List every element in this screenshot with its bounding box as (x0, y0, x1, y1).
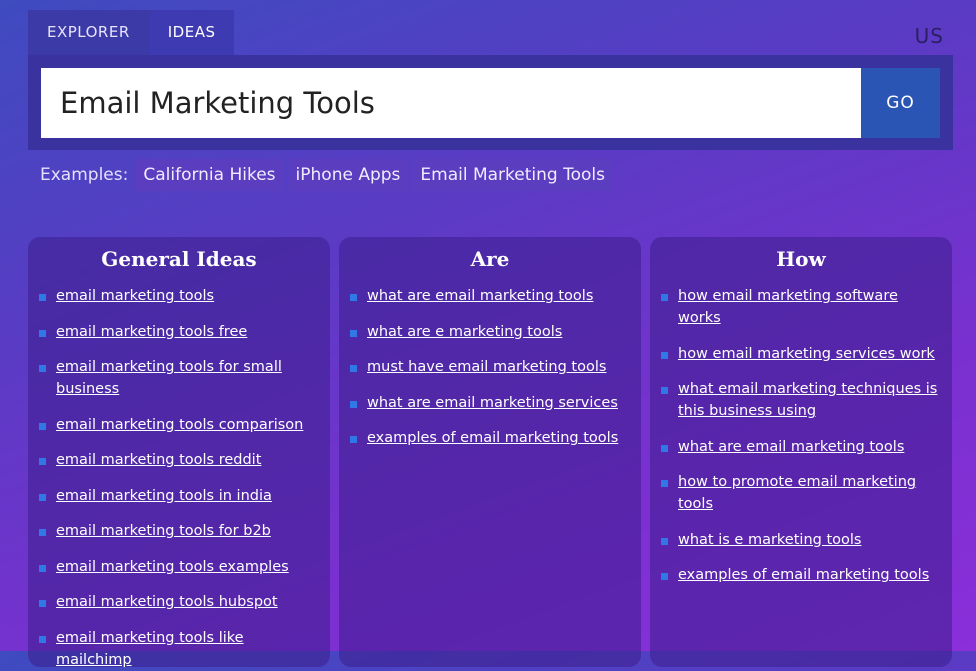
list-item: what are email marketing services (349, 392, 631, 414)
idea-link[interactable]: what are email marketing services (367, 395, 618, 411)
list-item: examples of email marketing tools (349, 427, 631, 449)
idea-list: email marketing tools email marketing to… (28, 285, 330, 671)
list-item: how email marketing software works (660, 285, 942, 329)
examples-label: Examples: (40, 165, 129, 185)
idea-link[interactable]: how to promote email marketing tools (678, 474, 916, 512)
idea-link[interactable]: how email marketing services work (678, 346, 935, 362)
panel-title: Are (470, 247, 510, 271)
example-chip[interactable]: California Hikes (136, 159, 283, 191)
go-button[interactable]: GO (861, 68, 940, 138)
panel-general-ideas: General Ideas email marketing tools emai… (28, 237, 330, 668)
list-item: email marketing tools free (38, 321, 320, 343)
idea-link[interactable]: email marketing tools examples (56, 559, 289, 575)
idea-link[interactable]: email marketing tools in india (56, 488, 272, 504)
search-bar: GO (28, 55, 953, 150)
list-item: what are e marketing tools (349, 321, 631, 343)
country-selector[interactable]: US (915, 24, 944, 48)
list-item: email marketing tools like mailchimp (38, 627, 320, 671)
list-item: what are email marketing tools (660, 436, 942, 458)
idea-link[interactable]: what email marketing techniques is this … (678, 381, 937, 419)
idea-link[interactable]: email marketing tools like mailchimp (56, 630, 244, 668)
list-item: examples of email marketing tools (660, 564, 942, 586)
idea-link[interactable]: what are email marketing tools (367, 288, 593, 304)
idea-link[interactable]: email marketing tools free (56, 324, 247, 340)
idea-link[interactable]: email marketing tools for small business (56, 359, 282, 397)
example-chip[interactable]: iPhone Apps (288, 159, 408, 191)
idea-link[interactable]: email marketing tools hubspot (56, 594, 278, 610)
list-item: what email marketing techniques is this … (660, 378, 942, 422)
list-item: email marketing tools comparison (38, 414, 320, 436)
list-item: email marketing tools examples (38, 556, 320, 578)
list-item: what are email marketing tools (349, 285, 631, 307)
panel-how: How how email marketing software works h… (650, 237, 952, 667)
list-item: email marketing tools in india (38, 485, 320, 507)
panel-title: How (776, 247, 826, 271)
list-item: email marketing tools (38, 285, 320, 307)
list-item: must have email marketing tools (349, 356, 631, 378)
idea-link[interactable]: what are e marketing tools (367, 324, 562, 340)
list-item: email marketing tools for b2b (38, 520, 320, 542)
tab-bar: EXPLORER IDEAS (28, 10, 235, 55)
example-chip[interactable]: Email Marketing Tools (413, 159, 612, 191)
list-item: email marketing tools for small business (38, 356, 320, 400)
list-item: how email marketing services work (660, 343, 942, 365)
list-item: email marketing tools hubspot (38, 591, 320, 613)
tab-ideas[interactable]: IDEAS (148, 10, 235, 55)
list-item: how to promote email marketing tools (660, 471, 942, 515)
idea-list: what are email marketing tools what are … (339, 285, 641, 449)
idea-link[interactable]: examples of email marketing tools (367, 430, 618, 446)
idea-link[interactable]: email marketing tools for b2b (56, 523, 271, 539)
idea-link[interactable]: what is e marketing tools (678, 532, 861, 548)
idea-link[interactable]: email marketing tools comparison (56, 417, 303, 433)
tab-explorer[interactable]: EXPLORER (28, 10, 149, 55)
idea-link[interactable]: email marketing tools (56, 288, 214, 304)
panel-title: General Ideas (101, 247, 257, 271)
idea-link[interactable]: how email marketing software works (678, 288, 898, 326)
search-input[interactable] (41, 68, 861, 138)
idea-list: how email marketing software works how e… (650, 285, 952, 586)
examples-row: Examples: California Hikes iPhone Apps E… (40, 159, 612, 191)
idea-link[interactable]: email marketing tools reddit (56, 452, 261, 468)
idea-link[interactable]: what are email marketing tools (678, 439, 904, 455)
idea-link[interactable]: examples of email marketing tools (678, 567, 929, 583)
list-item: email marketing tools reddit (38, 449, 320, 471)
idea-link[interactable]: must have email marketing tools (367, 359, 606, 375)
list-item: what is e marketing tools (660, 529, 942, 551)
panel-are: Are what are email marketing tools what … (339, 237, 641, 667)
